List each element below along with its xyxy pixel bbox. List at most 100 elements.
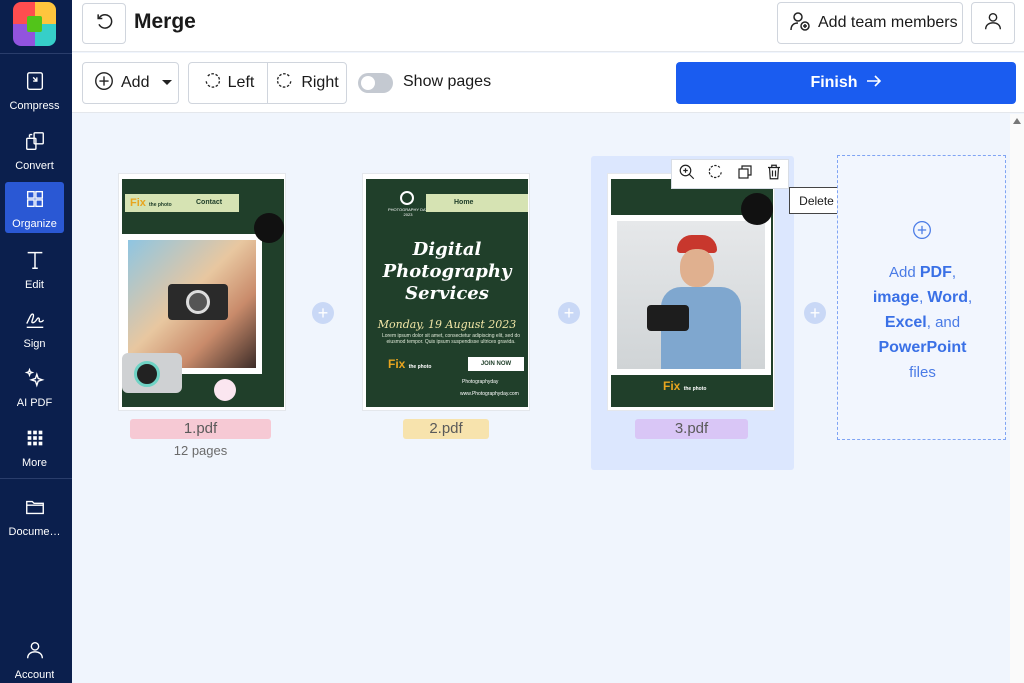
dropzone-files: files bbox=[909, 364, 936, 381]
vertical-scrollbar[interactable] bbox=[1010, 114, 1024, 683]
sidebar-item-documents[interactable]: Docume… bbox=[5, 490, 64, 541]
sidebar: Compress Convert Organize Edit Sign AI P… bbox=[0, 0, 72, 683]
top-bar: Merge Add team members bbox=[72, 0, 1024, 52]
delete-button[interactable] bbox=[759, 160, 788, 188]
file-pages-1: 12 pages bbox=[173, 443, 228, 458]
dropzone-and: and bbox=[935, 314, 961, 331]
thumbnail-nav: Contact bbox=[196, 199, 223, 206]
folder-icon bbox=[24, 496, 46, 523]
thumbnail-date: Monday, 19 August 2023 bbox=[377, 318, 517, 331]
grid-dots-icon bbox=[24, 427, 46, 454]
sidebar-divider bbox=[0, 478, 72, 479]
thumbnail-cta: JOIN NOW bbox=[468, 357, 524, 371]
sidebar-divider bbox=[0, 53, 72, 54]
thumbnail-deco-lens bbox=[134, 361, 160, 387]
file-name-1: 1.pdf bbox=[130, 419, 271, 439]
thumbnail-body: Lorem ipsum dolor sit amet, consectetur … bbox=[381, 333, 521, 345]
rotate-group: Left Right bbox=[188, 62, 347, 104]
file-thumbnail-2: PHOTOGRAPHY DAY 2023 Home Digital Photog… bbox=[366, 179, 528, 407]
rotate-left-button[interactable]: Left bbox=[189, 63, 267, 103]
add-file-button[interactable]: Add bbox=[82, 62, 179, 104]
thumbnail-photo bbox=[617, 221, 765, 369]
camera-lens bbox=[186, 290, 210, 314]
dropzone-word: Word bbox=[927, 289, 968, 306]
rotate-icon bbox=[707, 163, 725, 186]
file-name-3: 3.pdf bbox=[635, 419, 748, 439]
sidebar-item-label: Account bbox=[14, 669, 55, 681]
file-thumbnail-3: Fix the photo bbox=[611, 179, 773, 407]
finish-button[interactable]: Finish bbox=[676, 62, 1016, 104]
sidebar-item-label: AI PDF bbox=[16, 397, 53, 409]
insert-between-button[interactable]: + bbox=[558, 302, 580, 324]
file-card-2[interactable]: PHOTOGRAPHY DAY 2023 Home Digital Photog… bbox=[362, 173, 530, 411]
sidebar-item-account[interactable]: Account bbox=[5, 633, 64, 683]
convert-icon bbox=[24, 130, 46, 157]
app-logo[interactable] bbox=[13, 2, 56, 46]
add-user-icon bbox=[788, 9, 812, 38]
dropzone-text: Add PDF, image, Word, Excel, and PowerPo… bbox=[872, 264, 973, 381]
add-label: Add bbox=[121, 74, 150, 91]
insert-between-button[interactable]: + bbox=[804, 302, 826, 324]
sidebar-item-label: Sign bbox=[23, 338, 46, 350]
undo-button[interactable] bbox=[82, 3, 126, 44]
sidebar-item-convert[interactable]: Convert bbox=[5, 124, 64, 175]
user-icon bbox=[982, 10, 1004, 37]
arrow-right-icon bbox=[866, 74, 882, 93]
scroll-up-arrow[interactable] bbox=[1013, 118, 1021, 124]
sidebar-item-edit[interactable]: Edit bbox=[5, 243, 64, 294]
file-card-1[interactable]: Fix the photo Contact bbox=[118, 173, 286, 411]
sidebar-item-sign[interactable]: Sign bbox=[5, 302, 64, 353]
sidebar-item-ai-pdf[interactable]: AI PDF bbox=[5, 361, 64, 412]
toolbar: Add Left Right Show pages Finish bbox=[72, 53, 1024, 113]
thumbnail-headline: Digital Photography Services bbox=[382, 239, 512, 304]
trash-icon bbox=[765, 163, 783, 186]
dropzone-add: Add bbox=[888, 264, 916, 281]
sparkle-icon bbox=[24, 367, 46, 394]
sign-icon bbox=[24, 308, 46, 335]
plus-icon: + bbox=[563, 303, 575, 323]
card-toolbar bbox=[671, 159, 789, 189]
dropzone-excel: Excel bbox=[884, 314, 927, 331]
file-name-2: 2.pdf bbox=[403, 419, 489, 439]
add-team-members-button[interactable]: Add team members bbox=[777, 2, 963, 44]
thumbnail-tagline: PHOTOGRAPHY DAY 2023 bbox=[387, 207, 428, 217]
insert-between-button[interactable]: + bbox=[312, 302, 334, 324]
sidebar-item-label: Compress bbox=[9, 100, 60, 112]
profile-button[interactable] bbox=[971, 2, 1015, 44]
add-files-dropzone[interactable]: Add PDF, image, Word, Excel, and PowerPo… bbox=[837, 155, 1006, 440]
sidebar-item-organize[interactable]: Organize bbox=[5, 182, 64, 233]
page-title: Merge bbox=[134, 10, 196, 33]
show-pages-toggle[interactable] bbox=[358, 73, 393, 93]
thumbnail-deco-lens bbox=[741, 193, 773, 225]
sidebar-item-label: More bbox=[21, 457, 48, 469]
thumbnail-url: www.Photographyday.com bbox=[460, 391, 519, 397]
dropzone-powerpoint: PowerPoint bbox=[878, 339, 967, 356]
plus-circle-icon bbox=[912, 220, 932, 245]
thumbnail-brand: Fix the photo bbox=[663, 379, 707, 393]
sidebar-item-compress[interactable]: Compress bbox=[5, 64, 64, 115]
plus-circle-icon bbox=[93, 70, 115, 97]
dropzone-image: image bbox=[872, 289, 920, 306]
sidebar-item-label: Organize bbox=[12, 218, 57, 230]
file-card-3[interactable]: Fix the photo bbox=[607, 173, 775, 411]
file-thumbnail-1: Fix the photo Contact bbox=[122, 179, 284, 407]
rotate-right-icon bbox=[275, 71, 295, 96]
sidebar-item-more[interactable]: More bbox=[5, 421, 64, 472]
zoom-button[interactable] bbox=[672, 160, 701, 188]
account-icon bbox=[24, 639, 46, 666]
thumbnail-deco-flower bbox=[214, 379, 236, 401]
zoom-in-icon bbox=[678, 163, 696, 186]
thumbnail-brand: Fix the photo bbox=[130, 197, 172, 209]
dropzone-pdf: PDF bbox=[919, 264, 952, 281]
delete-tooltip: Delete bbox=[789, 187, 844, 214]
thumbnail-deco-lens bbox=[254, 213, 284, 243]
sidebar-item-label: Convert bbox=[15, 160, 54, 172]
thumbnail-brand: Fix the photo bbox=[388, 357, 432, 371]
add-team-members-label: Add team members bbox=[818, 14, 958, 31]
rotate-right-button[interactable]: Right bbox=[267, 63, 346, 103]
toggle-knob bbox=[361, 76, 375, 90]
thumbnail-banner bbox=[426, 194, 528, 212]
rotate-left-label: Left bbox=[227, 74, 255, 91]
rotate-file-button[interactable] bbox=[701, 160, 730, 188]
duplicate-button[interactable] bbox=[730, 160, 759, 188]
